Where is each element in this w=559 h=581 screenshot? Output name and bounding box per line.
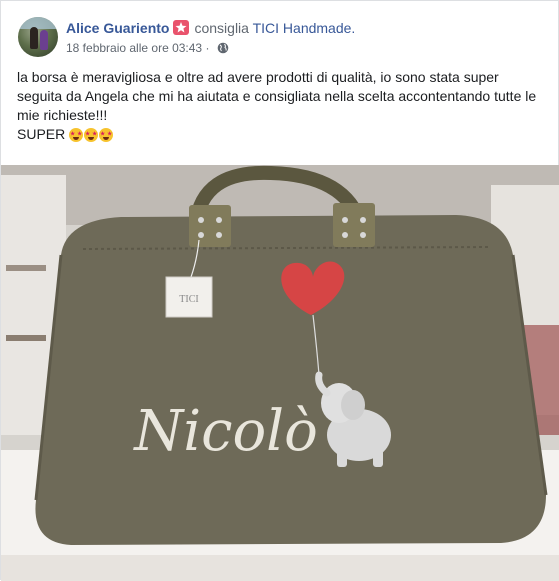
post-text-line-2: SUPER (17, 125, 545, 147)
action-text: consiglia (194, 20, 249, 36)
star-struck-emoji-icon (69, 128, 84, 142)
post-text-line: la borsa è meravigliosa e oltre ad avere… (17, 69, 537, 123)
post-card: Alice Guariento consiglia TICI Handmade. … (0, 0, 559, 581)
post-text: la borsa è meravigliosa e oltre ad avere… (17, 68, 545, 147)
star-struck-emoji-icon (99, 128, 114, 142)
post-header: Alice Guariento consiglia TICI Handmade. (66, 20, 355, 36)
recommended-page-link[interactable]: TICI Handmade. (253, 20, 356, 36)
avatar[interactable] (18, 17, 58, 57)
bag-tag-text: TICI (179, 294, 198, 305)
embroidered-name: Nicolò (132, 399, 318, 464)
post-text-super: SUPER (17, 126, 66, 142)
meta-separator: · (205, 41, 210, 55)
emoji-group (69, 128, 114, 147)
bag-photo-illustration: TICI Nicolò (1, 165, 559, 581)
star-struck-emoji-icon (84, 128, 99, 142)
post-timestamp[interactable]: 18 febbraio alle ore 03:43 (66, 41, 202, 55)
post-photo[interactable]: TICI Nicolò (1, 165, 559, 581)
globe-icon[interactable] (217, 42, 229, 57)
author-name[interactable]: Alice Guariento (66, 20, 169, 36)
recommend-badge-icon (173, 20, 190, 35)
post-meta: 18 febbraio alle ore 03:43 · (66, 41, 229, 57)
